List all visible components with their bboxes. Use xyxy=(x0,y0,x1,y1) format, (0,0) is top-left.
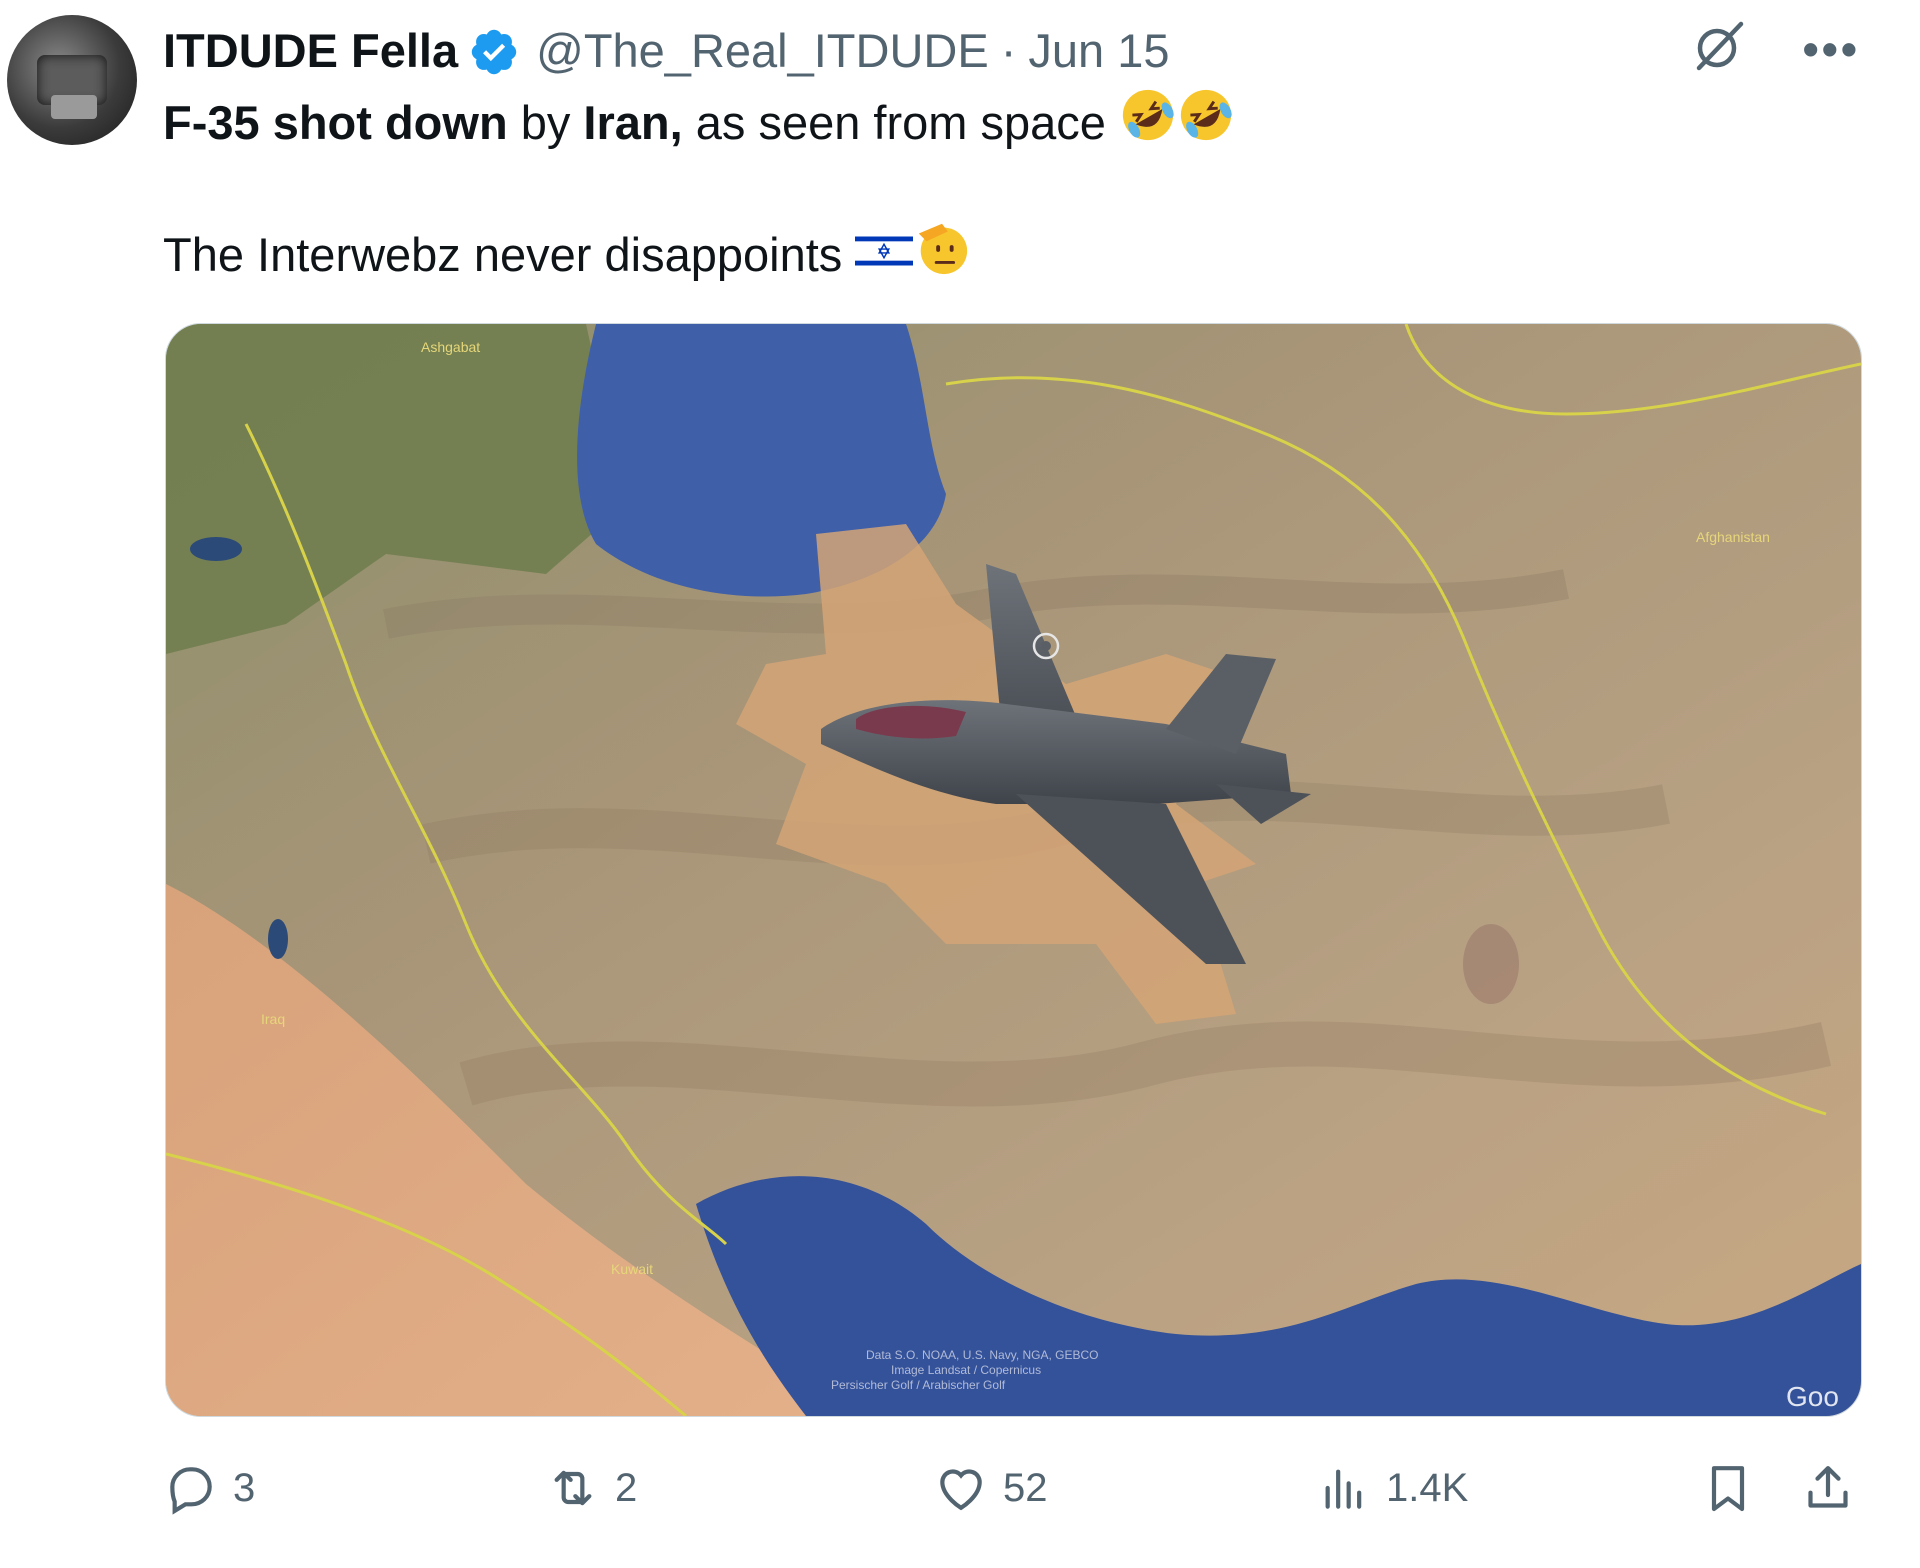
map-watermark: Goo xyxy=(1786,1381,1839,1412)
map-credit-2: Image Landsat / Copernicus xyxy=(891,1363,1041,1377)
reply-count: 3 xyxy=(233,1465,256,1510)
saluting-face-emoji-icon xyxy=(913,218,971,291)
share-button[interactable] xyxy=(1800,1460,1870,1516)
bookmark-icon xyxy=(1711,1466,1745,1512)
israel-flag-emoji-icon xyxy=(855,224,914,286)
share-icon xyxy=(1808,1466,1848,1508)
satellite-map-illustration: Ashgabat Iraq Kuwait Afghanistan Data S.… xyxy=(166,324,1861,1416)
top-actions: ••• xyxy=(1691,18,1860,79)
like-count: 52 xyxy=(1003,1465,1048,1510)
map-credit: Data S.O. NOAA, U.S. Navy, NGA, GEBCO xyxy=(866,1348,1099,1362)
separator-dot: · xyxy=(1000,23,1017,77)
retweet-count: 2 xyxy=(615,1465,638,1510)
tweet-text-part-2: by xyxy=(507,95,584,149)
map-credit-3: Persischer Golf / Arabischer Golf xyxy=(831,1378,1006,1392)
map-label-iraq: Iraq xyxy=(261,1011,285,1027)
map-label-kuwait: Kuwait xyxy=(611,1261,653,1277)
tweet-text-line-1: F-35 shot down by Iran, as seen from spa… xyxy=(163,89,1235,163)
retweet-button[interactable]: 2 xyxy=(545,1460,637,1516)
display-name[interactable]: ITDUDE Fella xyxy=(163,23,458,78)
grok-icon[interactable] xyxy=(1691,18,1747,79)
tweet-media-image[interactable]: Ashgabat Iraq Kuwait Afghanistan Data S.… xyxy=(165,323,1862,1417)
reply-icon xyxy=(170,1467,212,1515)
verified-badge-icon xyxy=(468,26,520,78)
views-count: 1.4K xyxy=(1386,1465,1469,1510)
tweet-text-line-2: The Interwebz never disappoints xyxy=(163,222,971,295)
map-label-ashgabat: Ashgabat xyxy=(421,339,480,355)
map-label-afghanistan: Afghanistan xyxy=(1696,529,1770,545)
action-bar: 3 2 52 1.4K xyxy=(0,1460,1920,1530)
tweet[interactable]: ITDUDE Fella @The_Real_ITDUDE · Jun 15 •… xyxy=(0,0,1920,1568)
retweet-icon xyxy=(554,1470,592,1506)
tweet-text-bold-1: F-35 shot down xyxy=(163,95,508,149)
tweet-date[interactable]: Jun 15 xyxy=(1028,23,1169,78)
rolling-laughing-emoji-icon xyxy=(1119,86,1177,159)
rolling-laughing-emoji-icon xyxy=(1177,86,1235,159)
tweet-text-part-4: as seen from space xyxy=(682,95,1106,149)
tweet-header: ITDUDE Fella @The_Real_ITDUDE · Jun 15 xyxy=(163,20,1169,80)
bookmark-button[interactable] xyxy=(1700,1460,1770,1516)
avatar-shape-2 xyxy=(51,95,97,119)
heart-icon xyxy=(940,1469,982,1511)
views-button[interactable]: 1.4K xyxy=(1316,1460,1468,1516)
author-handle[interactable]: @The_Real_ITDUDE xyxy=(536,23,989,78)
views-icon xyxy=(1325,1469,1362,1509)
reply-button[interactable]: 3 xyxy=(163,1460,255,1516)
avatar[interactable] xyxy=(7,15,137,145)
more-icon[interactable]: ••• xyxy=(1803,21,1860,77)
tweet-text-bold-2: Iran, xyxy=(583,95,683,149)
like-button[interactable]: 52 xyxy=(933,1460,1048,1516)
tweet-text-line-2-text: The Interwebz never disappoints xyxy=(163,227,856,281)
